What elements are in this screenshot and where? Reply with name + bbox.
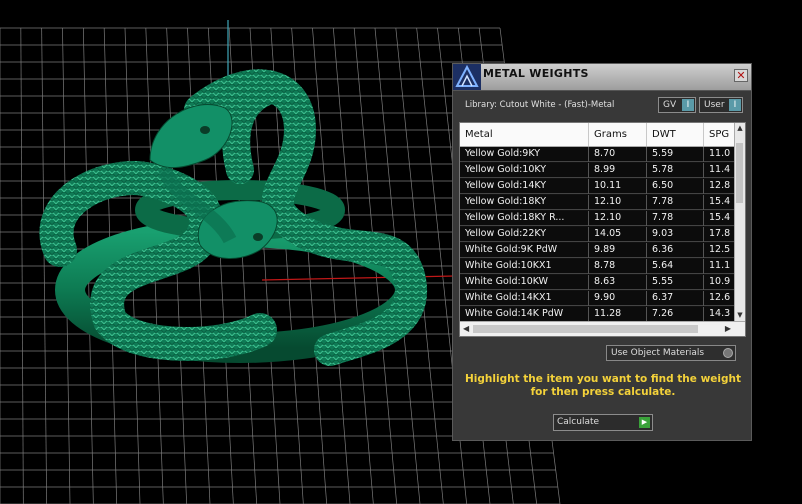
dwt-cell: 5.64 xyxy=(647,259,704,274)
gv-toggle[interactable]: GV I xyxy=(658,97,696,113)
grams-cell: 8.99 xyxy=(589,163,647,178)
dialog-titlebar[interactable]: METAL WEIGHTS ✕ xyxy=(453,64,751,91)
radio-knob-icon xyxy=(723,348,733,358)
vertical-scroll-thumb[interactable] xyxy=(736,143,743,203)
table-row[interactable]: White Gold:14KX1 9.90 6.37 12.6 xyxy=(460,291,737,306)
horizontal-scroll-thumb[interactable] xyxy=(473,325,698,333)
scroll-left-icon[interactable]: ◀ xyxy=(463,324,469,333)
metal-cell: Yellow Gold:10KY xyxy=(460,163,589,178)
table-row[interactable]: Yellow Gold:18KY 12.10 7.78 15.4 xyxy=(460,195,737,210)
metal-cell: White Gold:10KX1 xyxy=(460,259,589,274)
metal-cell: Yellow Gold:18KY R... xyxy=(460,211,589,226)
dialog-title: METAL WEIGHTS xyxy=(483,67,589,80)
scroll-right-icon[interactable]: ▶ xyxy=(725,324,731,333)
calculate-button[interactable]: Calculate ▶ xyxy=(553,414,653,431)
grams-cell: 11.28 xyxy=(589,307,647,322)
scroll-down-icon[interactable]: ▼ xyxy=(736,311,744,321)
table-row[interactable]: White Gold:14K PdW 11.28 7.26 14.3 xyxy=(460,307,737,322)
table-row[interactable]: White Gold:10KW 8.63 5.55 10.9 xyxy=(460,275,737,290)
dwt-cell: 7.78 xyxy=(647,195,704,210)
table-row[interactable]: White Gold:10KX1 8.78 5.64 11.1 xyxy=(460,259,737,274)
metal-cell: Yellow Gold:18KY xyxy=(460,195,589,210)
metal-cell: Yellow Gold:9KY xyxy=(460,147,589,162)
metal-cell: White Gold:14K PdW xyxy=(460,307,589,322)
column-header-grams[interactable]: Grams xyxy=(589,123,647,146)
grams-cell: 8.63 xyxy=(589,275,647,290)
column-header-dwt[interactable]: DWT xyxy=(647,123,704,146)
toggle-indicator-icon: I xyxy=(682,99,694,111)
horizontal-scrollbar[interactable]: ◀ ▶ xyxy=(460,321,745,336)
dwt-cell: 6.50 xyxy=(647,179,704,194)
toggle-indicator-icon: I xyxy=(729,99,741,111)
dwt-cell: 9.03 xyxy=(647,227,704,242)
table-row[interactable]: Yellow Gold:22KY 14.05 9.03 17.8 xyxy=(460,227,737,242)
metal-cell: White Gold:10KW xyxy=(460,275,589,290)
grams-cell: 9.89 xyxy=(589,243,647,258)
dwt-cell: 6.36 xyxy=(647,243,704,258)
table-row[interactable]: Yellow Gold:9KY 8.70 5.59 11.0 xyxy=(460,147,737,162)
metal-cell: Yellow Gold:14KY xyxy=(460,179,589,194)
user-toggle[interactable]: User I xyxy=(699,97,743,113)
close-icon[interactable]: ✕ xyxy=(734,69,748,82)
library-label: Library: Cutout White - (Fast)-Metal xyxy=(465,100,615,110)
table-header: Metal Grams DWT SPG xyxy=(460,123,737,147)
dwt-cell: 5.55 xyxy=(647,275,704,290)
metal-cell: White Gold:14KX1 xyxy=(460,291,589,306)
use-object-materials-toggle[interactable]: Use Object Materials xyxy=(606,345,736,361)
gv-toggle-label: GV xyxy=(663,100,677,110)
scroll-up-icon[interactable]: ▲ xyxy=(736,124,744,134)
use-object-materials-label: Use Object Materials xyxy=(611,348,705,358)
table-row[interactable]: Yellow Gold:18KY R... 12.10 7.78 15.4 xyxy=(460,211,737,226)
grams-cell: 10.11 xyxy=(589,179,647,194)
play-icon: ▶ xyxy=(639,417,650,428)
table-row[interactable]: White Gold:9K PdW 9.89 6.36 12.5 xyxy=(460,243,737,258)
grams-cell: 12.10 xyxy=(589,211,647,226)
dwt-cell: 5.59 xyxy=(647,147,704,162)
snake-ring-model[interactable] xyxy=(39,69,428,366)
instruction-text: Highlight the item you want to find the … xyxy=(465,373,741,398)
user-toggle-label: User xyxy=(704,100,725,110)
dwt-cell: 7.26 xyxy=(647,307,704,322)
metal-weights-dialog: METAL WEIGHTS ✕ Library: Cutout White - … xyxy=(452,63,752,441)
table-row[interactable]: Yellow Gold:14KY 10.11 6.50 12.8 xyxy=(460,179,737,194)
dwt-cell: 7.78 xyxy=(647,211,704,226)
grams-cell: 8.78 xyxy=(589,259,647,274)
metal-cell: Yellow Gold:22KY xyxy=(460,227,589,242)
app-logo-icon xyxy=(453,64,481,90)
dwt-cell: 6.37 xyxy=(647,291,704,306)
table-row[interactable]: Yellow Gold:10KY 8.99 5.78 11.4 xyxy=(460,163,737,178)
column-header-metal[interactable]: Metal xyxy=(460,123,589,146)
grams-cell: 8.70 xyxy=(589,147,647,162)
dwt-cell: 5.78 xyxy=(647,163,704,178)
metal-cell: White Gold:9K PdW xyxy=(460,243,589,258)
grams-cell: 14.05 xyxy=(589,227,647,242)
metal-table[interactable]: Metal Grams DWT SPG Yellow Gold:9KY 8.70 5… xyxy=(459,122,746,337)
grams-cell: 12.10 xyxy=(589,195,647,210)
vertical-scrollbar[interactable]: ▲ ▼ xyxy=(734,123,745,322)
calculate-label: Calculate xyxy=(557,417,600,427)
grams-cell: 9.90 xyxy=(589,291,647,306)
